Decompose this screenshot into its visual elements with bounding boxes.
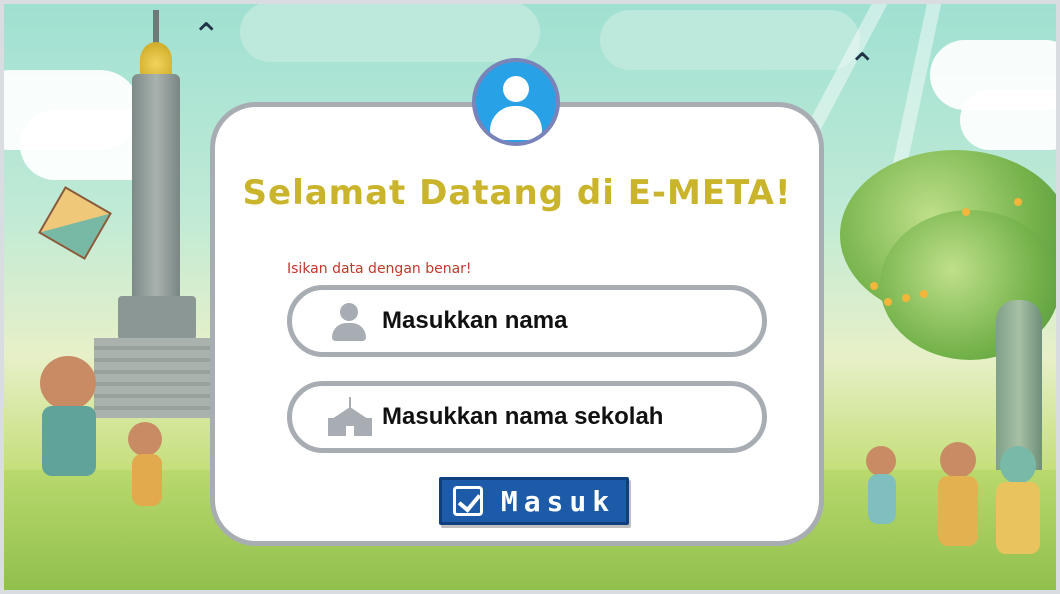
tree-fruit: [902, 294, 910, 302]
name-input[interactable]: [382, 307, 762, 335]
tree-fruit: [870, 282, 878, 290]
swallow-bird: ⌃: [848, 47, 877, 85]
tree-fruit: [1014, 198, 1022, 206]
kid-figure: [866, 446, 896, 476]
form-hint: Isikan data dengan benar!: [287, 261, 472, 277]
masuk-button[interactable]: Masuk: [439, 477, 629, 525]
school-building-icon: [328, 397, 372, 437]
monument-steps: [94, 338, 220, 418]
checkbox-icon: [452, 486, 483, 516]
name-field[interactable]: [287, 285, 767, 357]
kid-figure: [938, 476, 978, 546]
monument-tower: [132, 74, 180, 314]
person-icon: [328, 301, 368, 341]
kid-figure: [996, 482, 1040, 554]
tree-fruit: [920, 290, 928, 298]
login-card: Selamat Datang di E-META! Isikan data de…: [210, 102, 824, 546]
monument-flame: [140, 42, 172, 78]
kite: [38, 186, 112, 260]
user-avatar-icon: [472, 58, 560, 146]
cloud: [600, 10, 860, 70]
school-field[interactable]: [287, 381, 767, 453]
school-input[interactable]: [382, 403, 762, 431]
monument-base: [118, 296, 196, 340]
tree-fruit: [884, 298, 892, 306]
kid-figure: [940, 442, 976, 478]
cloud: [960, 90, 1060, 150]
masuk-button-label: Masuk: [500, 484, 616, 518]
cloud: [240, 2, 540, 62]
kid-figure: [40, 356, 96, 410]
welcome-title: Selamat Datang di E-META!: [242, 173, 792, 213]
kid-figure: [868, 474, 896, 524]
kid-figure: [132, 454, 162, 506]
kid-figure: [128, 422, 162, 456]
kid-figure: [42, 406, 96, 476]
swallow-bird: ⌃: [192, 17, 221, 55]
kid-figure: [1000, 446, 1036, 484]
tree-fruit: [962, 208, 970, 216]
